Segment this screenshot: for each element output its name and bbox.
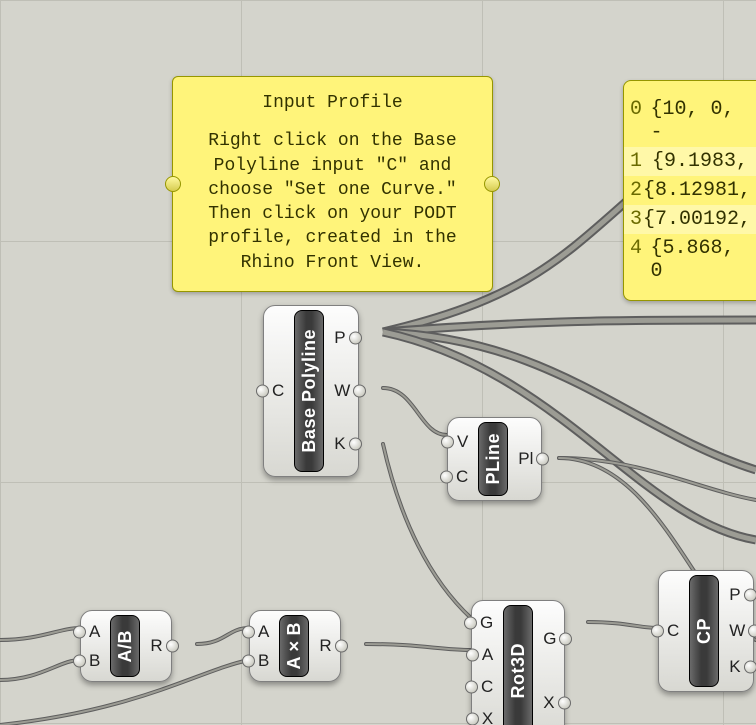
port-in-x[interactable]: X bbox=[482, 709, 493, 725]
port-out-pl[interactable]: Pl bbox=[518, 449, 533, 469]
data-panel-row: 2{8.12981, bbox=[624, 176, 756, 205]
port-out-w[interactable]: W bbox=[729, 621, 745, 641]
port-in-c[interactable]: C bbox=[667, 621, 679, 641]
scribble-grip-right[interactable] bbox=[484, 176, 500, 192]
component-label: PLine bbox=[478, 422, 508, 496]
data-panel-row: 3{7.00192, bbox=[624, 205, 756, 234]
port-in-b[interactable]: B bbox=[89, 651, 100, 671]
port-in-a[interactable]: A bbox=[258, 622, 269, 642]
component-label: CP bbox=[689, 575, 719, 687]
scribble-grip-left[interactable] bbox=[165, 176, 181, 192]
component-label: Rot3D bbox=[503, 605, 533, 725]
component-div-ab[interactable]: A B A/B R bbox=[80, 610, 172, 682]
component-base-polyline[interactable]: C Base Polyline P W K bbox=[263, 305, 359, 477]
port-in-g[interactable]: G bbox=[480, 613, 493, 633]
data-panel-row: 0{10, 0, - bbox=[624, 95, 756, 147]
component-label: A/B bbox=[110, 615, 140, 677]
data-panel-row: 1{9.1983, bbox=[624, 147, 756, 176]
scribble-input-profile[interactable]: Input Profile Right click on the Base Po… bbox=[172, 76, 493, 292]
port-in-a[interactable]: A bbox=[482, 645, 493, 665]
data-panel-row: 4{5.868, 0 bbox=[624, 234, 756, 286]
component-mul-ab[interactable]: A B A×B R bbox=[249, 610, 341, 682]
port-out-r[interactable]: R bbox=[150, 636, 162, 656]
component-cp[interactable]: C CP P W K bbox=[658, 570, 754, 692]
canvas[interactable]: .w{fill:none;stroke:#5e5e5e;stroke-width… bbox=[0, 0, 756, 725]
port-out-g[interactable]: G bbox=[543, 629, 556, 649]
port-in-v[interactable]: V bbox=[457, 432, 468, 452]
port-out-k[interactable]: K bbox=[729, 657, 740, 677]
component-rot3d[interactable]: G A C X Rot3D G X bbox=[471, 600, 565, 725]
port-out-p[interactable]: P bbox=[729, 585, 740, 605]
port-out-k[interactable]: K bbox=[334, 434, 345, 454]
component-label: Base Polyline bbox=[294, 310, 324, 472]
component-pline[interactable]: V C PLine Pl bbox=[447, 417, 542, 501]
scribble-body: Right click on the Base Polyline input "… bbox=[185, 129, 480, 275]
component-label: A×B bbox=[279, 615, 309, 677]
port-out-p[interactable]: P bbox=[334, 328, 345, 348]
port-out-r[interactable]: R bbox=[319, 636, 331, 656]
scribble-title: Input Profile bbox=[185, 91, 480, 115]
data-panel[interactable]: 0{10, 0, -1{9.1983,2{8.12981,3{7.00192,4… bbox=[623, 80, 756, 301]
port-out-w[interactable]: W bbox=[334, 381, 350, 401]
port-in-b[interactable]: B bbox=[258, 651, 269, 671]
port-in-a[interactable]: A bbox=[89, 622, 100, 642]
port-in-c[interactable]: C bbox=[272, 381, 284, 401]
port-in-c[interactable]: C bbox=[481, 677, 493, 697]
port-in-c[interactable]: C bbox=[456, 467, 468, 487]
port-out-x[interactable]: X bbox=[543, 693, 554, 713]
